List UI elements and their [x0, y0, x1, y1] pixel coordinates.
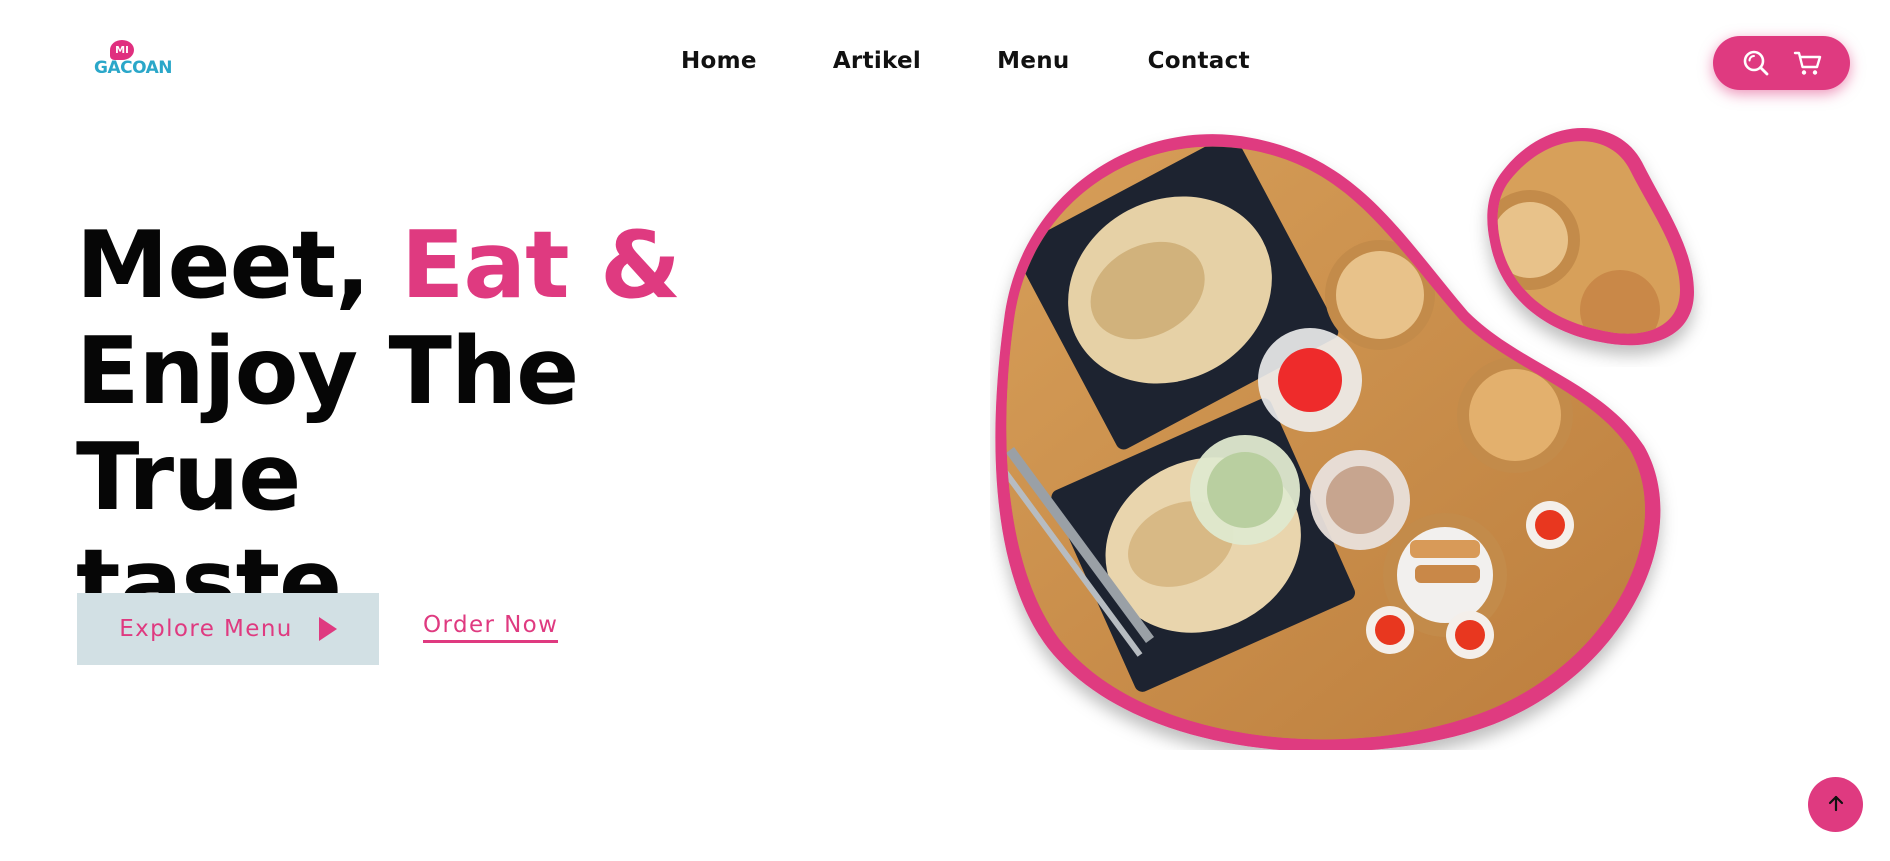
- header-actions: [1713, 36, 1850, 90]
- nav-item-contact[interactable]: Contact: [1148, 48, 1250, 74]
- nav-item-home[interactable]: Home: [681, 48, 757, 74]
- hero-food-image: [995, 127, 1694, 750]
- hero-title-accent: Eat &: [400, 211, 681, 319]
- cart-icon[interactable]: [1793, 48, 1823, 78]
- logo-bubble: MI: [110, 40, 134, 60]
- hero-title-line2: Enjoy The True: [76, 317, 579, 531]
- logo-wordmark: GACOAN: [94, 58, 172, 78]
- explore-menu-button[interactable]: Explore Menu: [77, 593, 379, 665]
- arrow-up-icon: [1826, 793, 1846, 816]
- hero-title: Meet, Eat & Enjoy The True taste: [76, 212, 796, 636]
- play-icon: [318, 617, 337, 641]
- order-now-link[interactable]: Order Now: [423, 612, 559, 643]
- landing-page: MI GACOAN Home Artikel Menu Contact Meet…: [0, 0, 1890, 861]
- nav-item-menu[interactable]: Menu: [997, 48, 1069, 74]
- scroll-to-top-button[interactable]: [1808, 777, 1863, 832]
- main-nav: Home Artikel Menu Contact: [681, 48, 1250, 74]
- nav-item-artikel[interactable]: Artikel: [833, 48, 921, 74]
- brand-logo[interactable]: MI GACOAN: [92, 40, 172, 86]
- search-icon[interactable]: [1741, 48, 1771, 78]
- hero-title-part1: Meet,: [76, 211, 401, 319]
- explore-menu-label: Explore Menu: [119, 616, 293, 642]
